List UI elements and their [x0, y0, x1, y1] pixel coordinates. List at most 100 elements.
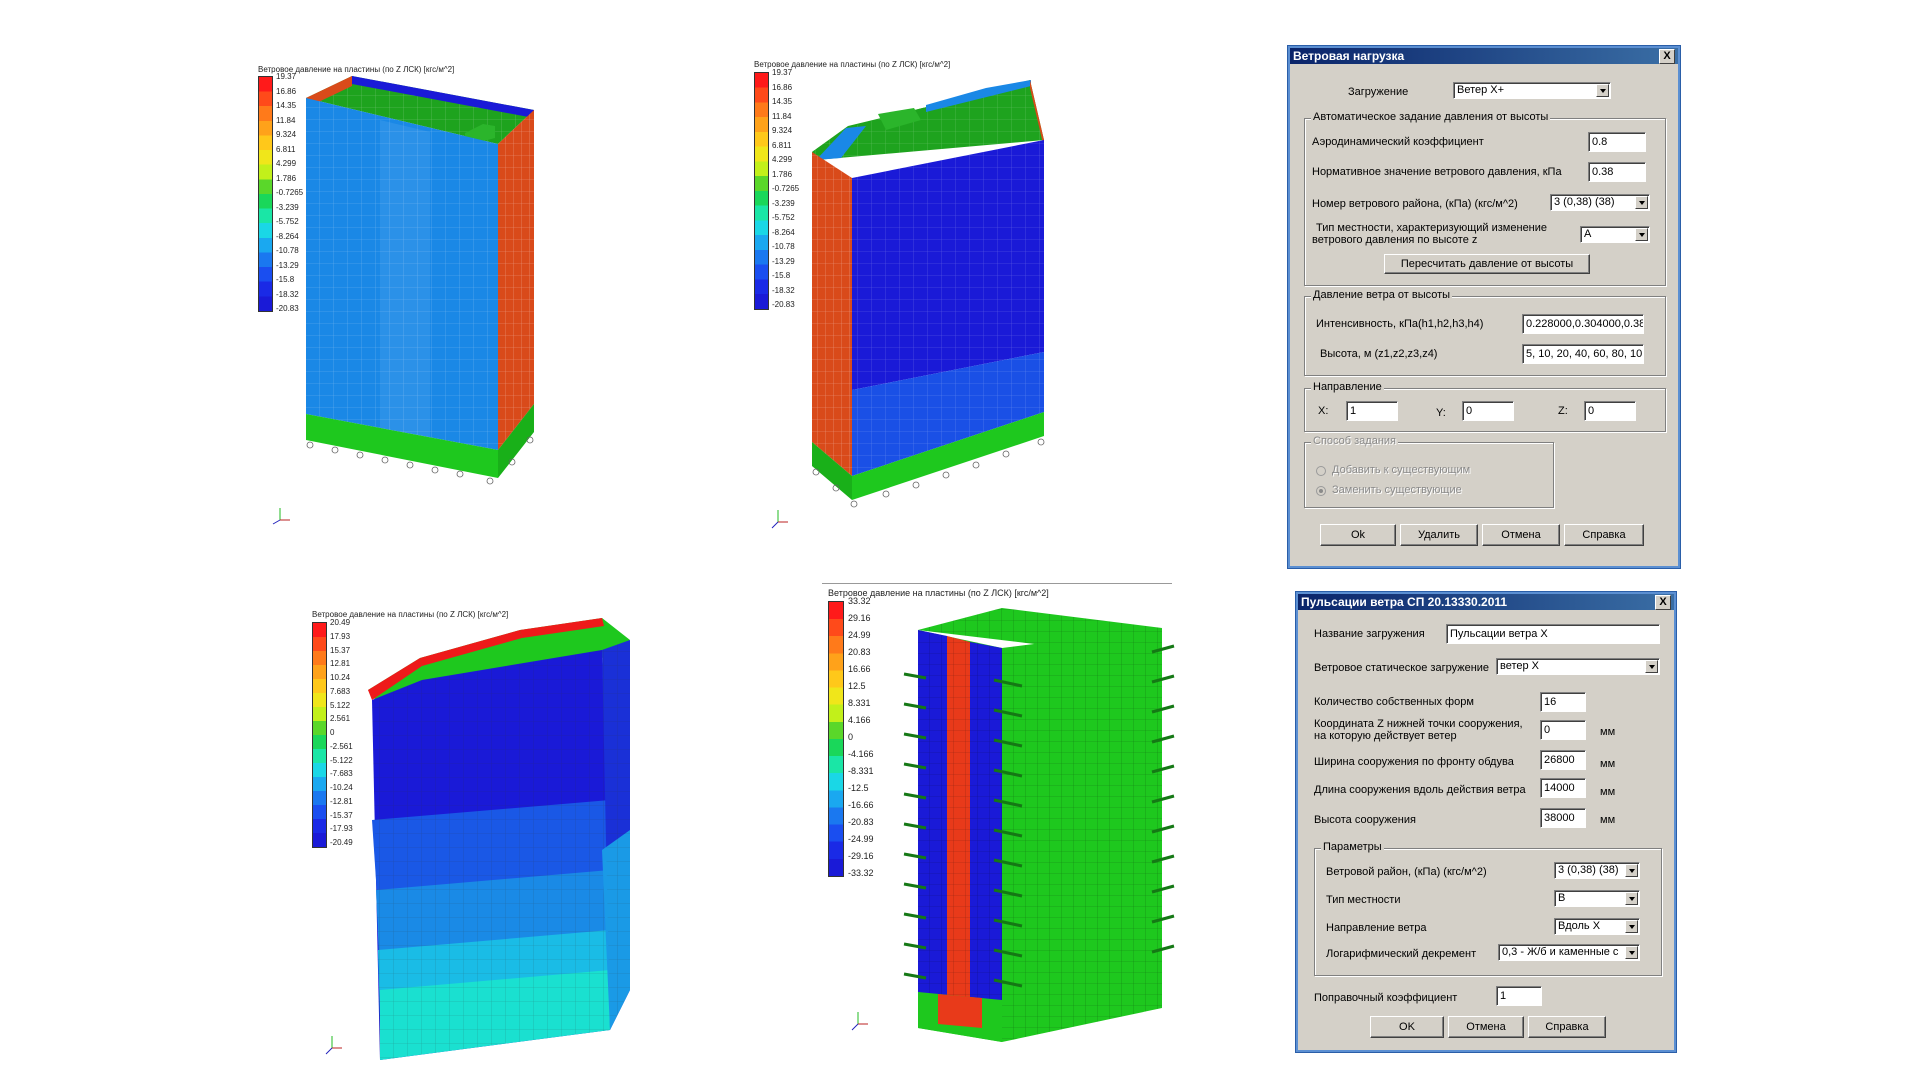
static-load-value: ветер X [1500, 660, 1540, 672]
height-input[interactable]: 5, 10, 20, 40, 60, 80, 10 [1522, 344, 1644, 364]
decrement-label: Логарифмический декремент [1326, 948, 1477, 960]
delete-button[interactable]: Удалить [1400, 524, 1478, 546]
chevron-down-icon[interactable] [1625, 892, 1638, 905]
correction-factor-input[interactable]: 1 [1496, 986, 1542, 1006]
viz-building-4: Ветровое давление на пластины (по Z ЛСК)… [822, 588, 1192, 1068]
viz4-divider [822, 583, 1172, 584]
radio-replace-existing[interactable] [1316, 486, 1326, 496]
length-input[interactable]: 14000 [1540, 778, 1586, 798]
terrain-label-line1: Тип местности, характеризующий изменение [1316, 222, 1548, 234]
load-name-input[interactable]: Пульсации ветра X [1446, 624, 1660, 644]
terrain2-select[interactable]: B [1554, 890, 1640, 907]
wind-region2-select[interactable]: 3 (0,38) (38) [1554, 862, 1640, 879]
building-model-1 [272, 76, 534, 525]
load-case-select[interactable]: Ветер X+ [1453, 82, 1611, 99]
building-height-label: Высота сооружения [1314, 814, 1416, 826]
width-input[interactable]: 26800 [1540, 750, 1586, 770]
pressure-height-group-title: Давление ветра от высоты [1311, 289, 1453, 301]
zcoord-unit: мм [1600, 726, 1616, 738]
x-label: X: [1318, 405, 1329, 417]
length-label: Длина сооружения вдоль действия ветра [1314, 784, 1526, 796]
intensity-input[interactable]: 0.228000,0.304000,0.38 [1522, 314, 1644, 334]
wind-direction-value: Вдоль X [1558, 920, 1601, 932]
terrain2-label: Тип местности [1326, 894, 1401, 906]
help-button[interactable]: Справка [1528, 1016, 1606, 1038]
ok-button[interactable]: Ok [1320, 524, 1396, 546]
wind-region2-label: Ветровой район, (кПа) (кгс/м^2) [1326, 866, 1487, 878]
close-icon[interactable]: X [1659, 49, 1675, 64]
params-group-title: Параметры [1321, 841, 1384, 853]
close-icon[interactable]: X [1655, 595, 1671, 610]
building-model-3 [325, 618, 630, 1060]
intensity-label: Интенсивность, кПа(h1,h2,h3,h4) [1316, 318, 1484, 330]
load-case-value: Ветер X+ [1457, 84, 1505, 96]
radio-add-existing[interactable] [1316, 466, 1326, 476]
wind-pulsation-dialog: Пульсации ветра СП 20.13330.2011 X Назва… [1296, 592, 1676, 1052]
recalc-pressure-button[interactable]: Пересчитать давление от высоты [1384, 254, 1590, 274]
wind-load-dialog-titlebar: Ветровая нагрузка X [1290, 48, 1678, 64]
width-unit: мм [1600, 758, 1616, 770]
decrement-select[interactable]: 0,3 - Ж/б и каменные с [1498, 944, 1640, 961]
auto-pressure-group-title: Автоматическое задание давления от высот… [1311, 111, 1551, 123]
terrain-label-line2: ветрового давления по высоте z [1312, 234, 1478, 246]
wind-region-value: 3 (0,38) (38) [1554, 196, 1615, 208]
zcoord-input[interactable]: 0 [1540, 720, 1586, 740]
wind-region-select[interactable]: 3 (0,38) (38) [1550, 194, 1650, 211]
terrain-type-value: A [1584, 228, 1592, 240]
direction-group-title: Направление [1311, 381, 1384, 393]
modes-count-input[interactable]: 16 [1540, 692, 1586, 712]
length-unit: мм [1600, 786, 1616, 798]
load-case-label: Загружение [1348, 86, 1409, 98]
z-label: Z: [1558, 405, 1568, 417]
pressure-height-group: Давление ветра от высоты [1304, 289, 1666, 376]
modes-count-label: Количество собственных форм [1314, 696, 1474, 708]
wind-region2-value: 3 (0,38) (38) [1558, 864, 1619, 876]
cancel-button[interactable]: Отмена [1448, 1016, 1524, 1038]
direction-z-input[interactable]: 0 [1584, 401, 1636, 421]
chevron-down-icon[interactable] [1625, 920, 1638, 933]
ok-button[interactable]: OK [1370, 1016, 1444, 1038]
wind-direction-select[interactable]: Вдоль X [1554, 918, 1640, 935]
wind-load-dialog-title: Ветровая нагрузка [1293, 49, 1405, 63]
wind-pulsation-dialog-title: Пульсации ветра СП 20.13330.2011 [1301, 595, 1508, 609]
method-group-title: Способ задания [1311, 435, 1398, 447]
chevron-down-icon[interactable] [1645, 660, 1658, 673]
load-name-label: Название загружения [1314, 628, 1425, 640]
radio-add-existing-label: Добавить к существующим [1332, 464, 1471, 476]
direction-y-input[interactable]: 0 [1462, 401, 1514, 421]
help-button[interactable]: Справка [1564, 524, 1644, 546]
static-load-select[interactable]: ветер X [1496, 658, 1660, 675]
chevron-down-icon[interactable] [1635, 196, 1648, 209]
chevron-down-icon[interactable] [1596, 84, 1609, 97]
terrain-type-select[interactable]: A [1580, 226, 1650, 243]
chevron-down-icon[interactable] [1625, 864, 1638, 877]
chevron-down-icon[interactable] [1635, 228, 1648, 241]
y-label: Y: [1436, 407, 1446, 419]
building-model-2 [771, 80, 1045, 529]
chevron-down-icon[interactable] [1625, 946, 1638, 959]
static-load-label: Ветровое статическое загружение [1314, 662, 1490, 674]
radio-replace-existing-label: Заменить существующие [1332, 484, 1462, 496]
direction-x-input[interactable]: 1 [1346, 401, 1398, 421]
wind-region-label: Номер ветрового района, (кПа) (кгс/м^2) [1312, 198, 1518, 210]
cancel-button[interactable]: Отмена [1482, 524, 1560, 546]
height-label: Высота, м (z1,z2,z3,z4) [1320, 348, 1438, 360]
building-model-4 [851, 608, 1175, 1042]
building-height-input[interactable]: 38000 [1540, 808, 1586, 828]
aero-coef-input[interactable]: 0.8 [1588, 132, 1646, 152]
wind-direction-label: Направление ветра [1326, 922, 1427, 934]
viz-building-1: Ветровое давление на пластины (по Z ЛСК)… [250, 60, 610, 540]
zcoord-label-line1: Координата Z нижней точки сооружения, [1314, 718, 1523, 730]
norm-pressure-label: Нормативное значение ветрового давления,… [1312, 166, 1562, 178]
zcoord-label-line2: на которую действует ветер [1314, 730, 1457, 742]
aero-coef-label: Аэродинамический коэффициент [1312, 136, 1484, 148]
wind-load-dialog: Ветровая нагрузка X Загружение Ветер X+ … [1288, 46, 1680, 568]
viz-building-3: Ветровое давление на пластины (по Z ЛСК)… [310, 610, 710, 1070]
decrement-value: 0,3 - Ж/б и каменные с [1502, 946, 1619, 958]
terrain2-value: B [1558, 892, 1566, 904]
norm-pressure-input[interactable]: 0.38 [1588, 162, 1646, 182]
correction-factor-label: Поправочный коэффициент [1314, 992, 1458, 1004]
wind-pulsation-dialog-titlebar: Пульсации ветра СП 20.13330.2011 X [1298, 594, 1674, 610]
viz-building-2: Ветровое давление на пластины (по Z ЛСК)… [746, 60, 1106, 540]
building-height-unit: мм [1600, 814, 1616, 826]
